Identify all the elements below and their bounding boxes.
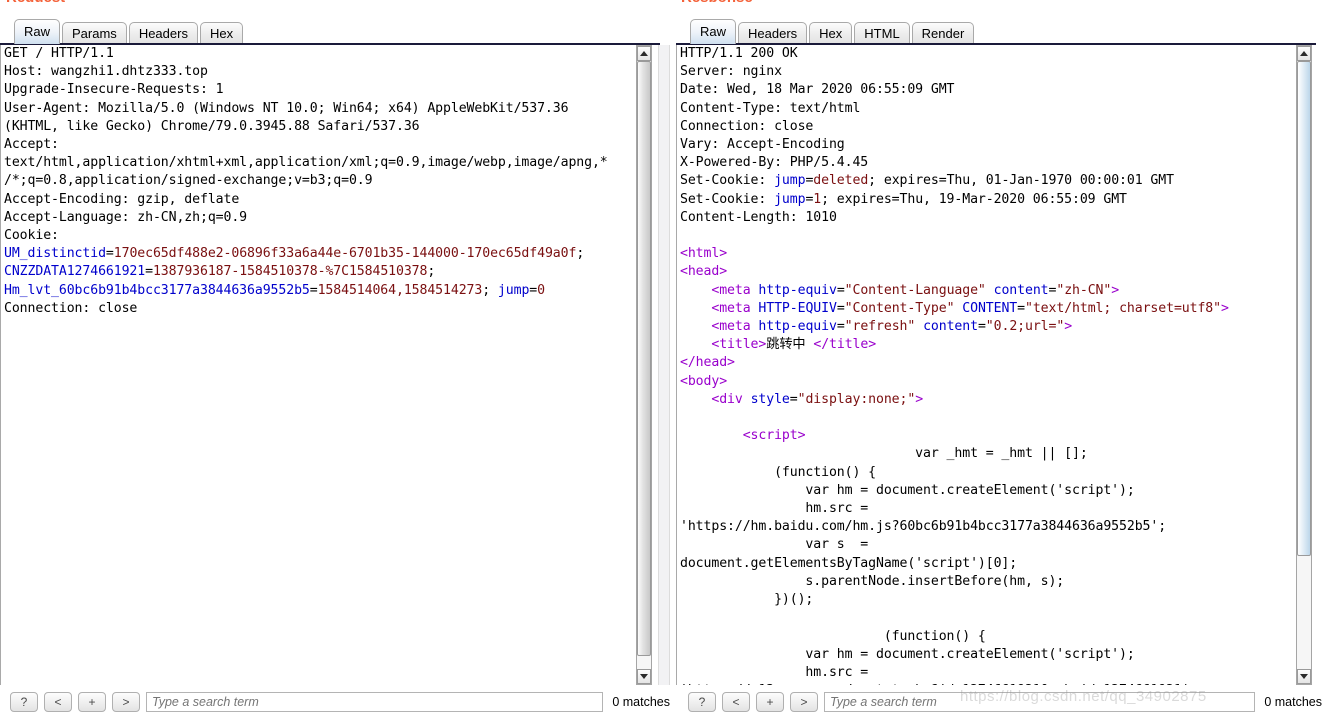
request-search-input[interactable]	[146, 692, 604, 712]
tab-request-params-label: Params	[72, 26, 117, 41]
response-raw-text: HTTP/1.1 200 OK Server: nginx Date: Wed,…	[680, 46, 1229, 685]
response-panel: Response Raw Headers Hex HTML Render HTT…	[676, 0, 1324, 716]
request-search-next-button[interactable]: >	[112, 692, 140, 712]
caret-down-icon	[1300, 674, 1308, 679]
tab-request-params[interactable]: Params	[62, 22, 127, 44]
response-match-count: 0 matches	[1264, 695, 1322, 709]
tab-request-raw[interactable]: Raw	[14, 19, 61, 44]
response-search-input[interactable]	[824, 692, 1256, 712]
tab-response-raw-label: Raw	[700, 24, 727, 39]
response-search-add-button[interactable]: +	[756, 692, 784, 712]
tab-response-headers-label: Headers	[748, 26, 798, 41]
request-scroll-up-button[interactable]	[637, 46, 651, 61]
response-tabs: Raw Headers Hex HTML Render	[690, 17, 976, 44]
tab-response-hex-label: Hex	[819, 26, 843, 41]
caret-down-icon	[640, 674, 648, 679]
tab-response-raw[interactable]: Raw	[690, 19, 737, 44]
response-search-bar: ? < + > 0 matches	[688, 688, 1324, 716]
tab-response-render-label: Render	[921, 26, 965, 41]
tab-response-html[interactable]: HTML	[854, 22, 910, 44]
response-scroll-down-button[interactable]	[1297, 669, 1311, 684]
tab-response-hex[interactable]: Hex	[809, 22, 853, 44]
response-raw-viewer[interactable]: HTTP/1.1 200 OK Server: nginx Date: Wed,…	[676, 45, 1316, 685]
response-search-next-button[interactable]: >	[790, 692, 818, 712]
request-raw-viewer[interactable]: GET / HTTP/1.1 Host: wangzhi1.dhtz333.to…	[0, 45, 660, 685]
request-scroll-down-button[interactable]	[637, 669, 651, 684]
request-vertical-scrollbar[interactable]	[636, 45, 652, 685]
request-tabs: Raw Params Headers Hex	[14, 17, 245, 44]
response-panel-title: Response	[681, 0, 753, 2]
response-scroll-up-button[interactable]	[1297, 46, 1311, 61]
request-match-count: 0 matches	[612, 695, 670, 709]
tab-request-headers-label: Headers	[138, 26, 188, 41]
panel-divider	[673, 0, 674, 690]
response-scrollbar-thumb[interactable]	[1297, 61, 1311, 556]
tab-response-html-label: HTML	[864, 26, 900, 41]
caret-up-icon	[640, 51, 648, 56]
caret-up-icon	[1300, 51, 1308, 56]
request-scrollbar-thumb[interactable]	[637, 61, 651, 656]
response-search-prev-button[interactable]: <	[722, 692, 750, 712]
request-search-prev-button[interactable]: <	[44, 692, 72, 712]
request-panel-title: Request	[6, 0, 65, 2]
request-search-bar: ? < + > 0 matches	[10, 688, 672, 716]
request-panel: Request Raw Params Headers Hex GET / HTT…	[0, 0, 672, 716]
tab-request-hex-label: Hex	[209, 26, 234, 41]
request-scroll-rail	[658, 45, 670, 685]
tab-response-render[interactable]: Render	[911, 22, 975, 44]
tab-request-raw-label: Raw	[24, 24, 51, 39]
tab-request-headers[interactable]: Headers	[128, 22, 198, 44]
request-raw-text: GET / HTTP/1.1 Host: wangzhi1.dhtz333.to…	[4, 46, 608, 316]
response-search-help-button[interactable]: ?	[688, 692, 716, 712]
tab-request-hex[interactable]: Hex	[199, 22, 244, 44]
response-vertical-scrollbar[interactable]	[1296, 45, 1312, 685]
request-search-help-button[interactable]: ?	[10, 692, 38, 712]
tab-response-headers[interactable]: Headers	[738, 22, 808, 44]
burp-proxy-screen: Request Raw Params Headers Hex GET / HTT…	[0, 0, 1324, 716]
request-search-add-button[interactable]: +	[78, 692, 106, 712]
